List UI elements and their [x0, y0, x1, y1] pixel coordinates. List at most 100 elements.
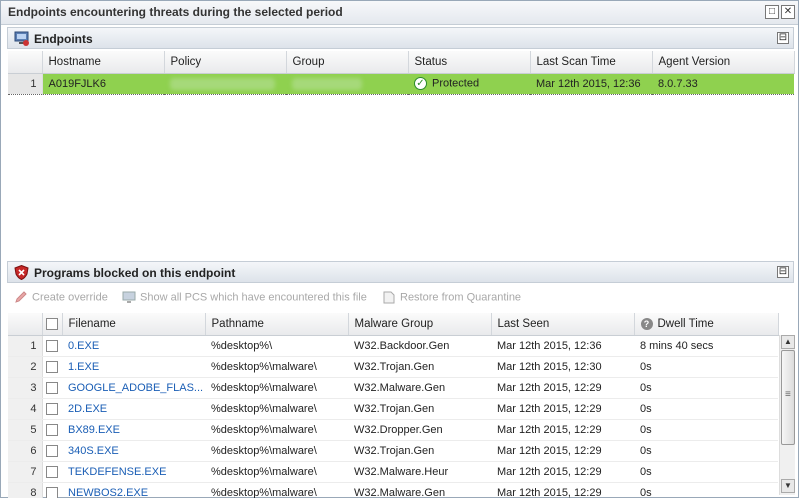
malware-group-cell: W32.Trojan.Gen — [348, 356, 491, 378]
row-checkbox[interactable] — [45, 360, 58, 373]
malware-group-cell: W32.Malware.Gen — [348, 482, 491, 498]
hostname-cell[interactable]: A019FJLK6 — [42, 72, 164, 95]
pathname-cell: %desktop%\malware\ — [205, 461, 348, 483]
show-all-pcs-button[interactable]: Show all PCS which have encountered this… — [122, 291, 367, 304]
pencil-icon — [15, 291, 27, 303]
filename-cell[interactable]: 0.EXE — [62, 335, 205, 357]
program-row[interactable]: 4 2D.EXE %desktop%\malware\ W32.Trojan.Gen M… — [8, 398, 778, 420]
column-header-last-scan-time[interactable]: Last Scan Time — [530, 51, 653, 74]
filename-link[interactable]: TEKDEFENSE.EXE — [68, 466, 166, 478]
filename-cell[interactable]: GOOGLE_ADOBE_FLAS... — [62, 377, 205, 399]
filename-link[interactable]: BX89.EXE — [68, 424, 120, 436]
restore-button[interactable]: □ — [765, 5, 779, 19]
computer-icon — [122, 291, 136, 303]
row-checkbox[interactable] — [45, 465, 58, 478]
program-row[interactable]: 3 GOOGLE_ADOBE_FLAS... %desktop%\malware\ W… — [8, 377, 778, 399]
endpoints-panel-title: Endpoints — [34, 32, 93, 46]
row-checkbox-cell[interactable] — [42, 461, 62, 483]
pathname-cell: %desktop%\malware\ — [205, 482, 348, 498]
row-number: 8 — [8, 482, 43, 498]
row-checkbox[interactable] — [45, 423, 58, 436]
column-header-hostname[interactable]: Hostname — [42, 51, 165, 74]
scroll-down-icon[interactable]: ▼ — [781, 479, 795, 493]
row-checkbox-cell[interactable] — [42, 419, 62, 441]
row-checkbox-cell[interactable] — [42, 335, 62, 357]
malware-group-cell: W32.Dropper.Gen — [348, 419, 491, 441]
last-scan-cell: Mar 12th 2015, 12:36 — [530, 72, 652, 95]
last-seen-cell: Mar 12th 2015, 12:36 — [491, 335, 634, 357]
malware-group-cell: W32.Trojan.Gen — [348, 440, 491, 462]
row-number: 4 — [8, 398, 43, 420]
endpoints-collapse-button[interactable]: ⊟ — [777, 32, 789, 44]
column-header-status[interactable]: Status — [408, 51, 531, 74]
column-header-policy[interactable]: Policy — [164, 51, 287, 74]
filename-link[interactable]: NEWBOS2.EXE — [68, 487, 148, 498]
filename-cell[interactable]: 1.EXE — [62, 356, 205, 378]
column-header-pathname[interactable]: Pathname — [205, 313, 349, 336]
pathname-cell: %desktop%\malware\ — [205, 377, 348, 399]
row-checkbox-cell[interactable] — [42, 377, 62, 399]
filename-cell[interactable]: BX89.EXE — [62, 419, 205, 441]
show-all-pcs-label: Show all PCS which have encountered this… — [140, 291, 367, 304]
filename-link[interactable]: 2D.EXE — [68, 403, 107, 415]
row-checkbox[interactable] — [45, 402, 58, 415]
malware-group-cell: W32.Trojan.Gen — [348, 398, 491, 420]
group-cell-redacted — [286, 72, 408, 95]
last-seen-cell: Mar 12th 2015, 12:30 — [491, 356, 634, 378]
last-seen-cell: Mar 12th 2015, 12:29 — [491, 482, 634, 498]
row-checkbox[interactable] — [45, 381, 58, 394]
column-header-agent-version[interactable]: Agent Version — [652, 51, 795, 74]
window-titlebar: Endpoints encountering threats during th… — [1, 1, 798, 25]
programs-table-body: 1 0.EXE %desktop%\ W32.Backdoor.Gen Mar 12th… — [8, 335, 778, 498]
policy-cell-redacted — [164, 72, 286, 95]
create-override-button[interactable]: Create override — [14, 291, 108, 304]
select-all-checkbox[interactable] — [45, 317, 58, 330]
document-icon — [383, 291, 395, 304]
scroll-up-icon[interactable]: ▲ — [781, 335, 795, 349]
filename-link[interactable]: GOOGLE_ADOBE_FLAS... — [68, 382, 203, 394]
select-all-checkbox-header[interactable] — [42, 313, 63, 336]
row-number: 7 — [8, 461, 43, 483]
column-header-filename[interactable]: Filename — [62, 313, 206, 336]
program-row[interactable]: 1 0.EXE %desktop%\ W32.Backdoor.Gen Mar 12th… — [8, 335, 778, 357]
program-row[interactable]: 8 NEWBOS2.EXE %desktop%\malware\ W32.Malwar… — [8, 482, 778, 498]
column-header-group[interactable]: Group — [286, 51, 409, 74]
malware-group-cell: W32.Backdoor.Gen — [348, 335, 491, 357]
column-header-last-seen[interactable]: Last Seen — [491, 313, 635, 336]
endpoint-row[interactable]: 1 A019FJLK6 ✓ Protected Mar 12th 2015, 12… — [8, 72, 794, 95]
filename-cell[interactable]: 340S.EXE — [62, 440, 205, 462]
program-row[interactable]: 5 BX89.EXE %desktop%\malware\ W32.Dropper.G… — [8, 419, 778, 441]
programs-scrollbar[interactable]: ▲ ▼ — [779, 335, 795, 495]
filename-link[interactable]: 340S.EXE — [68, 445, 119, 457]
scroll-thumb[interactable] — [781, 350, 795, 445]
rownum-header — [8, 313, 43, 336]
close-button[interactable]: ✕ — [781, 5, 795, 19]
filename-cell[interactable]: NEWBOS2.EXE — [62, 482, 205, 498]
filename-cell[interactable]: 2D.EXE — [62, 398, 205, 420]
help-icon[interactable]: ? — [640, 317, 653, 330]
filename-link[interactable]: 0.EXE — [68, 340, 99, 352]
programs-table: Filename Pathname Malware Group Last See… — [8, 313, 779, 498]
row-checkbox[interactable] — [45, 339, 58, 352]
filename-link[interactable]: 1.EXE — [68, 361, 99, 373]
programs-collapse-button[interactable]: ⊟ — [777, 266, 789, 278]
row-checkbox-cell[interactable] — [42, 440, 62, 462]
restore-quarantine-button[interactable]: Restore from Quarantine — [382, 291, 521, 304]
program-row[interactable]: 6 340S.EXE %desktop%\malware\ W32.Trojan.Ge… — [8, 440, 778, 462]
dwell-time-cell: 0s — [634, 377, 778, 399]
row-checkbox-cell[interactable] — [42, 356, 62, 378]
row-checkbox[interactable] — [45, 486, 58, 498]
row-checkbox[interactable] — [45, 444, 58, 457]
row-checkbox-cell[interactable] — [42, 482, 62, 498]
row-checkbox-cell[interactable] — [42, 398, 62, 420]
row-number: 5 — [8, 419, 43, 441]
program-row[interactable]: 7 TEKDEFENSE.EXE %desktop%\malware\ W32.Mal… — [8, 461, 778, 483]
filename-cell[interactable]: TEKDEFENSE.EXE — [62, 461, 205, 483]
programs-header-row: Filename Pathname Malware Group Last See… — [8, 313, 779, 336]
pathname-cell: %desktop%\malware\ — [205, 440, 348, 462]
column-header-malware-group[interactable]: Malware Group — [348, 313, 492, 336]
column-header-dwell-time[interactable]: ? Dwell Time — [634, 313, 779, 336]
program-row[interactable]: 2 1.EXE %desktop%\malware\ W32.Trojan.Gen Ma… — [8, 356, 778, 378]
pathname-cell: %desktop%\malware\ — [205, 356, 348, 378]
last-seen-cell: Mar 12th 2015, 12:29 — [491, 377, 634, 399]
